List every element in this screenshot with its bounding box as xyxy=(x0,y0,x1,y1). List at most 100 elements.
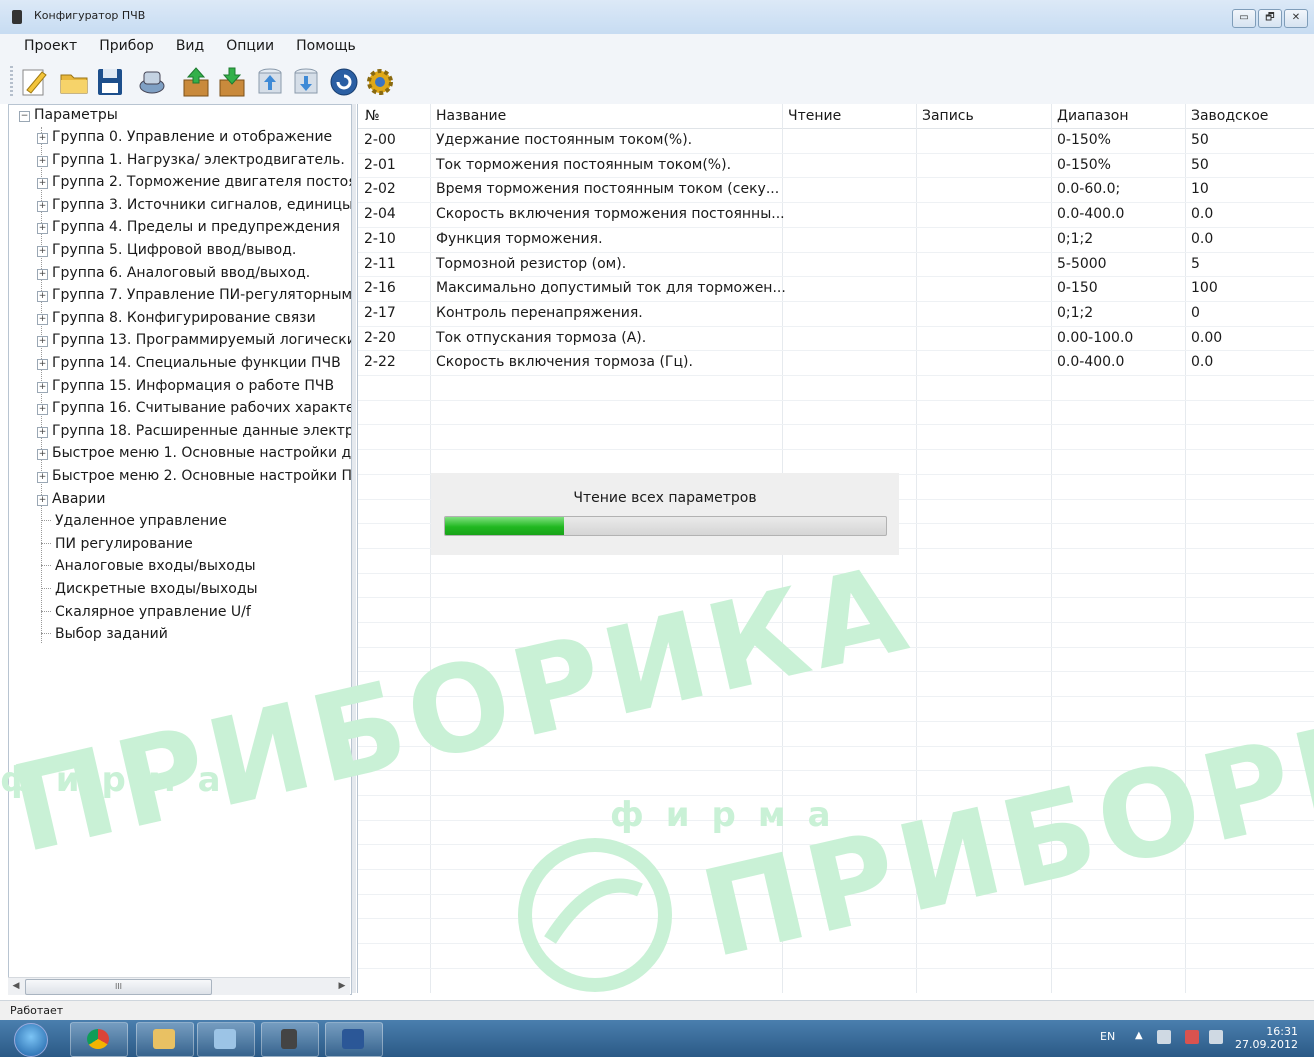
maximize-button[interactable]: 🗗 xyxy=(1258,9,1282,28)
cell-range: 0;1;2 xyxy=(1057,304,1094,321)
scroll-right-arrow-icon[interactable]: ▶ xyxy=(334,978,350,995)
tree-group-item[interactable]: + Группа 5. Цифровой ввод/вывод. xyxy=(37,242,296,264)
tree-horizontal-scrollbar[interactable]: ◀ III ▶ xyxy=(8,977,350,995)
tree-group-item[interactable]: + Группа 8. Конфигурирование связи xyxy=(37,310,316,332)
tree-group-item[interactable]: + Быстрое меню 1. Основные настройки дв xyxy=(37,445,351,467)
tray-expand-icon[interactable]: ▲ xyxy=(1135,1030,1149,1044)
taskbar-configurator-button[interactable] xyxy=(261,1022,319,1057)
cell-name: Скорость включения тормоза (Гц). xyxy=(436,354,693,371)
expand-icon[interactable]: + xyxy=(37,381,48,393)
expand-icon[interactable]: + xyxy=(37,449,48,461)
tree-group-item[interactable]: + Группа 4. Пределы и предупреждения xyxy=(37,219,340,241)
tree-group-item[interactable]: + Группа 7. Управление ПИ-регуляторным xyxy=(37,287,352,309)
column-header-write[interactable]: Запись xyxy=(922,108,974,124)
expand-icon[interactable]: + xyxy=(37,133,48,144)
expand-icon[interactable]: + xyxy=(37,472,48,483)
taskbar-control-panel-button[interactable] xyxy=(197,1022,255,1057)
tree-leaf-item[interactable]: Скалярное управление U/f xyxy=(41,604,251,626)
row-divider xyxy=(358,918,1314,920)
expand-icon[interactable]: + xyxy=(37,223,48,235)
row-divider xyxy=(358,992,1314,993)
open-folder-icon[interactable] xyxy=(58,66,90,98)
row-divider xyxy=(358,399,1314,401)
tree-group-item[interactable]: + Группа 0. Управление и отображение xyxy=(37,129,332,151)
tree-leaf-item[interactable]: Дискретные входы/выходы xyxy=(41,581,258,603)
panel-splitter[interactable] xyxy=(352,104,356,993)
column-header-read[interactable]: Чтение xyxy=(788,108,841,124)
column-header-name[interactable]: Название xyxy=(436,108,506,124)
start-button[interactable] xyxy=(14,1023,48,1057)
column-header-number[interactable]: № xyxy=(365,108,380,124)
tree-leaf-item[interactable]: Аналоговые входы/выходы xyxy=(41,558,256,580)
tree-connector xyxy=(41,610,51,612)
expand-icon[interactable]: + xyxy=(37,404,48,416)
menu-device[interactable]: Прибор xyxy=(88,34,165,60)
expand-icon[interactable]: + xyxy=(37,359,48,370)
tree-group-item[interactable]: + Группа 2. Торможение двигателя постоянн xyxy=(37,174,351,196)
tree-group-item[interactable]: + Группа 13. Программируемый логически xyxy=(37,332,351,354)
expand-icon[interactable]: + xyxy=(37,246,48,257)
scroll-thumb[interactable]: III xyxy=(25,979,212,995)
tree-root[interactable]: − Параметры xyxy=(19,107,118,129)
row-divider xyxy=(358,597,1314,599)
tree-leaf-label: ПИ регулирование xyxy=(55,535,193,552)
language-indicator[interactable]: EN xyxy=(1100,1030,1115,1043)
expand-icon[interactable]: + xyxy=(37,268,48,280)
tree-group-item[interactable]: + Группа 6. Аналоговый ввод/выход. xyxy=(37,265,310,287)
cell-default: 5 xyxy=(1191,255,1200,272)
cell-number: 2-10 xyxy=(364,230,396,247)
download-box-icon[interactable] xyxy=(216,66,248,98)
tree-group-label: Группа 6. Аналоговый ввод/выход. xyxy=(52,264,311,281)
progress-bar xyxy=(444,516,887,536)
tree-leaf-item[interactable]: Удаленное управление xyxy=(41,513,227,535)
clock-time: 16:31 xyxy=(1266,1025,1298,1038)
network-icon[interactable] xyxy=(1185,1030,1199,1044)
refresh-icon[interactable] xyxy=(328,66,360,98)
collapse-icon[interactable]: − xyxy=(19,111,30,122)
taskbar-word-button[interactable] xyxy=(325,1022,383,1057)
taskbar-explorer-button[interactable] xyxy=(136,1022,194,1057)
window-title: Конфигуратор ПЧВ xyxy=(34,9,146,22)
read-database-icon[interactable] xyxy=(290,66,322,98)
tree-group-item[interactable]: + Быстрое меню 2. Основные настройки П xyxy=(37,468,351,490)
flag-icon[interactable] xyxy=(1157,1030,1171,1044)
write-database-icon[interactable] xyxy=(254,66,286,98)
new-file-icon[interactable] xyxy=(18,66,50,98)
menu-options[interactable]: Опции xyxy=(215,34,285,60)
tree-leaf-item[interactable]: Выбор заданий xyxy=(41,626,168,648)
tree-root-label: Параметры xyxy=(34,107,118,123)
expand-icon[interactable]: + xyxy=(37,200,48,212)
close-button[interactable]: ✕ xyxy=(1284,9,1308,28)
menu-help[interactable]: Помощь xyxy=(285,34,367,60)
scroll-left-arrow-icon[interactable]: ◀ xyxy=(8,978,24,995)
tree-group-item[interactable]: + Группа 14. Специальные функции ПЧВ xyxy=(37,355,341,377)
tree-group-item[interactable]: + Группа 16. Считывание рабочих характер xyxy=(37,400,351,422)
expand-icon[interactable]: + xyxy=(37,291,48,303)
column-header-range[interactable]: Диапазон xyxy=(1057,108,1129,124)
expand-icon[interactable]: + xyxy=(37,313,48,325)
tree-group-item[interactable]: + Группа 3. Источники сигналов, единицы и xyxy=(37,197,351,219)
expand-icon[interactable]: + xyxy=(37,426,48,438)
tree-leaf-item[interactable]: ПИ регулирование xyxy=(41,536,193,558)
tree-group-item[interactable]: + Группа 1. Нагрузка/ электродвигатель. xyxy=(37,152,345,174)
column-header-default[interactable]: Заводское xyxy=(1191,108,1268,124)
row-divider xyxy=(358,572,1314,574)
taskbar-chrome-button[interactable] xyxy=(70,1022,128,1057)
menu-view[interactable]: Вид xyxy=(165,34,215,60)
settings-gear-icon[interactable] xyxy=(364,66,396,98)
expand-icon[interactable]: + xyxy=(37,336,48,348)
volume-icon[interactable] xyxy=(1209,1030,1223,1044)
save-icon[interactable] xyxy=(94,66,126,98)
tree-group-item[interactable]: + Аварии xyxy=(37,491,106,513)
connect-device-icon[interactable] xyxy=(136,66,168,98)
menu-project[interactable]: Проект xyxy=(0,34,88,60)
expand-icon[interactable]: + xyxy=(37,155,48,167)
expand-icon[interactable]: + xyxy=(37,494,48,506)
upload-box-icon[interactable] xyxy=(180,66,212,98)
expand-icon[interactable]: + xyxy=(37,178,48,190)
minimize-button[interactable]: ▭ xyxy=(1232,9,1256,28)
tree-group-item[interactable]: + Группа 15. Информация о работе ПЧВ xyxy=(37,378,334,400)
tree-group-label: Группа 7. Управление ПИ-регуляторным xyxy=(52,287,352,304)
clock[interactable]: 16:31 27.09.2012 xyxy=(1235,1025,1298,1051)
tree-group-item[interactable]: + Группа 18. Расширенные данные электро xyxy=(37,423,351,445)
